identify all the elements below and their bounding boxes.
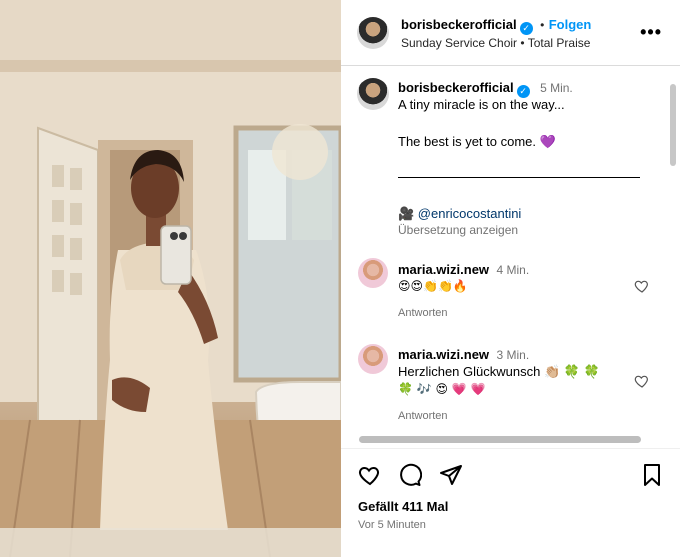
translate-link[interactable]: Übersetzung anzeigen [398,223,518,237]
caption-divider [398,177,640,178]
author-username[interactable]: borisbeckerofficial [401,17,517,32]
vertical-scrollbar[interactable] [670,84,676,166]
comment-time[interactable]: 3 Min. [497,348,530,362]
caption-time[interactable]: 5 Min. [540,81,573,95]
comment-like-heart-icon[interactable] [634,278,650,294]
post-image-illustration [0,0,341,557]
header-title-row: borisbeckerofficial ✓ • Folgen [401,16,591,35]
comment-text: 😍😍👏👏🔥 [398,279,468,293]
like-heart-icon[interactable] [358,463,382,487]
comment-text: Herzlichen Glückwunsch 👏🏼 🍀 🍀 [398,364,600,379]
comment-avatar[interactable] [358,258,388,288]
comment-username[interactable]: maria.wizi.new [398,347,489,362]
comment-avatar[interactable] [358,344,388,374]
comment-text-line-2: 🍀 🎶 😍 💗 💗 [398,382,486,396]
save-bookmark-icon[interactable] [640,463,664,487]
comment-head: maria.wizi.new 3 Min. [398,346,529,364]
follow-button[interactable]: Folgen [549,17,592,32]
post-actions: Gefällt 411 Mal Vor 5 Minuten [341,448,680,557]
comment-bubble-icon[interactable] [398,463,422,487]
follow-separator: • [540,18,545,32]
horizontal-scrollbar[interactable] [359,436,641,443]
post-panel: borisbeckerofficial ✓ • Folgen Sunday Ser… [341,0,680,557]
caption-line-1: A tiny miracle is on the way... [398,97,565,112]
post-header: borisbeckerofficial ✓ • Folgen Sunday Ser… [341,0,680,66]
verified-badge-icon: ✓ [519,22,533,35]
caption-avatar[interactable] [357,78,389,110]
more-icon[interactable]: ••• [640,22,662,43]
caption-line-2: The best is yet to come. 💜 [398,134,556,149]
post-time[interactable]: Vor 5 Minuten [358,519,426,531]
likes-count[interactable]: Gefällt 411 Mal [358,499,448,514]
comment-time[interactable]: 4 Min. [497,263,530,277]
post-image[interactable] [0,0,341,557]
reply-link[interactable]: Antworten [398,410,448,422]
comment-head: maria.wizi.new 4 Min. [398,261,529,279]
caption-credit-link[interactable]: 🎥 @enricocostantini [398,206,521,222]
comment-username[interactable]: maria.wizi.new [398,262,489,277]
share-send-icon[interactable] [439,463,463,487]
reply-link[interactable]: Antworten [398,307,448,319]
audio-track[interactable]: Sunday Service Choir • Total Praise [401,36,590,50]
author-avatar[interactable] [357,17,389,49]
comments-area[interactable]: borisbeckerofficial ✓ 5 Min. A tiny mirac… [341,66,680,448]
caption-username[interactable]: borisbeckerofficial [398,80,514,95]
comment-like-heart-icon[interactable] [634,373,650,389]
